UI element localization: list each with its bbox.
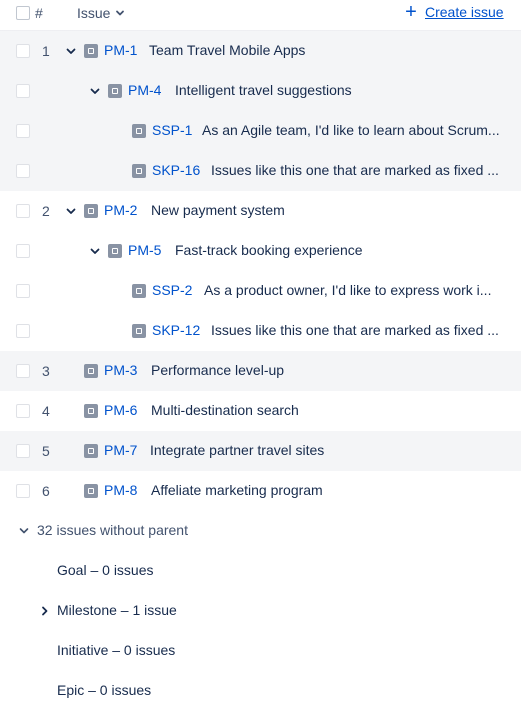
issue-row[interactable]: SKP-16 Issues like this one that are mar… [0,151,521,191]
issue-key-link[interactable]: PM-5 [128,242,161,258]
rank-column-header: # [35,5,43,21]
row-rank: 1 [42,43,50,59]
issue-type-icon [84,444,98,458]
chevron-down-icon [116,10,125,16]
issue-type-icon [132,124,146,138]
issue-key-link[interactable]: SKP-12 [152,322,200,338]
issue-summary[interactable]: Team Travel Mobile Apps [149,42,514,58]
issue-type-icon [108,84,122,98]
issue-type-icon [132,324,146,338]
row-checkbox[interactable] [16,44,30,58]
row-checkbox[interactable] [16,444,30,458]
issue-row[interactable]: 6 PM-8 Affeliate marketing program [0,471,521,511]
row-checkbox[interactable] [16,484,30,498]
issue-summary[interactable]: Affeliate marketing program [151,482,514,498]
issue-key-link[interactable]: PM-3 [104,362,137,378]
row-checkbox[interactable] [16,164,30,178]
group-label: Milestone – 1 issue [57,602,177,618]
issue-summary[interactable]: Issues like this one that are marked as … [211,162,517,178]
issue-summary[interactable]: Performance level-up [151,362,514,378]
row-checkbox[interactable] [16,284,30,298]
row-checkbox[interactable] [16,364,30,378]
chevron-down-icon [19,528,29,534]
issue-row[interactable]: SSP-1 As an Agile team, I'd like to lear… [0,111,521,151]
issue-type-icon [84,484,98,498]
issue-key-link[interactable]: SSP-2 [152,282,192,298]
issue-summary[interactable]: As a product owner, I'd like to express … [204,282,512,298]
row-checkbox[interactable] [16,324,30,338]
row-checkbox[interactable] [16,204,30,218]
issue-row[interactable]: 5 PM-7 Integrate partner travel sites [0,431,521,471]
issue-table-header: # Issue + Create issue [0,0,521,30]
chevron-down-icon[interactable] [65,44,77,58]
issues-without-parent-label: 32 issues without parent [37,522,188,538]
issue-row[interactable]: 2 PM-2 New payment system [0,191,521,231]
issue-type-group-epic[interactable]: Epic – 0 issues [0,671,521,711]
chevron-down-icon[interactable] [65,204,77,218]
issue-type-icon [84,404,98,418]
issue-type-icon [84,44,98,58]
issue-row[interactable]: SKP-12 Issues like this one that are mar… [0,311,521,351]
group-label: Initiative – 0 issues [57,642,176,658]
row-rank: 2 [42,203,50,219]
issue-key-link[interactable]: SSP-1 [152,122,192,138]
chevron-right-icon[interactable] [39,605,51,617]
create-issue-label: Create issue [425,4,504,20]
row-rank: 5 [42,443,50,459]
issue-summary[interactable]: Fast-track booking experience [175,242,514,258]
issue-row[interactable]: 3 PM-3 Performance level-up [0,351,521,391]
group-label: Goal – 0 issues [57,562,154,578]
issue-type-icon [132,164,146,178]
issue-type-icon [84,364,98,378]
issue-type-icon [132,284,146,298]
select-all-checkbox[interactable] [16,6,30,20]
issue-key-link[interactable]: PM-7 [104,442,137,458]
issue-key-link[interactable]: PM-4 [128,82,161,98]
issue-row[interactable]: 4 PM-6 Multi-destination search [0,391,521,431]
group-label: Epic – 0 issues [57,682,152,698]
row-rank: 6 [42,483,50,499]
row-checkbox[interactable] [16,84,30,98]
issue-row[interactable]: PM-5 Fast-track booking experience [0,231,521,271]
issue-key-link[interactable]: PM-1 [104,42,137,58]
issue-type-icon [108,244,122,258]
row-checkbox[interactable] [16,124,30,138]
issue-column-label: Issue [77,5,111,21]
issue-type-group-initiative[interactable]: Initiative – 0 issues [0,631,521,671]
row-checkbox[interactable] [16,404,30,418]
issue-row[interactable]: SSP-2 As a product owner, I'd like to ex… [0,271,521,311]
issue-key-link[interactable]: PM-6 [104,402,137,418]
issue-type-group-goal[interactable]: Goal – 0 issues [0,551,521,591]
row-rank: 4 [42,403,50,419]
issue-key-link[interactable]: SKP-16 [152,162,200,178]
issue-key-link[interactable]: PM-2 [104,202,137,218]
row-rank: 3 [42,363,50,379]
issue-type-group-milestone[interactable]: Milestone – 1 issue [0,591,521,631]
issue-summary[interactable]: New payment system [151,202,514,218]
chevron-down-icon[interactable] [89,84,101,98]
create-issue-button[interactable]: + Create issue [404,1,504,23]
issue-summary[interactable]: Intelligent travel suggestions [175,82,514,98]
issue-summary[interactable]: Issues like this one that are marked as … [211,322,517,338]
issue-summary[interactable]: Integrate partner travel sites [150,442,514,458]
plus-icon: + [405,1,417,23]
issue-summary[interactable]: Multi-destination search [151,402,514,418]
issue-key-link[interactable]: PM-8 [104,482,137,498]
issue-summary[interactable]: As an Agile team, I'd like to learn abou… [202,122,518,138]
issue-row[interactable]: 1 PM-1 Team Travel Mobile Apps [0,31,521,71]
issue-type-icon [84,204,98,218]
row-checkbox[interactable] [16,244,30,258]
issues-without-parent-toggle[interactable]: 32 issues without parent [0,511,521,551]
issue-column-header[interactable]: Issue [77,5,125,21]
chevron-down-icon[interactable] [89,244,101,258]
issue-row[interactable]: PM-4 Intelligent travel suggestions [0,71,521,111]
